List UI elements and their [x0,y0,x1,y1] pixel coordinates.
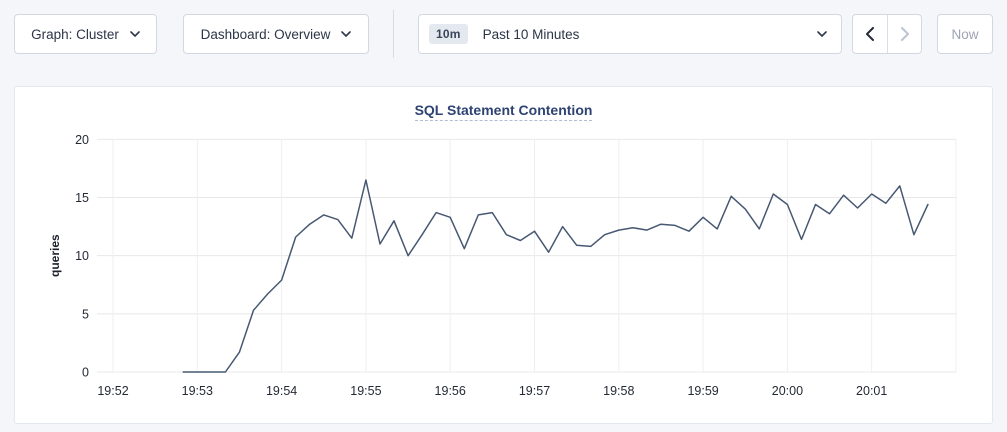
sql-contention-chart: 0 5 10 15 20 19:52 19:53 19:54 19:55 19:56 19:57 19… [15,87,993,424]
x-tick-label: 19:59 [687,384,718,398]
next-interval-button[interactable] [887,15,921,53]
x-tick-label: 20:01 [856,384,887,398]
chart-title-row: SQL Statement Contention [15,102,992,121]
x-tick-label: 19:52 [97,384,128,398]
chart-title[interactable]: SQL Statement Contention [415,102,593,121]
chevron-down-icon [341,31,351,37]
now-button[interactable]: Now [937,14,993,54]
chevron-down-icon [817,31,827,37]
time-range-dropdown[interactable]: 10m Past 10 Minutes [418,14,842,54]
sql-statement-contention-card: 0 5 10 15 20 19:52 19:53 19:54 19:55 19:56 19:57 19… [14,86,993,424]
chevron-left-icon [866,27,875,41]
x-tick-label: 19:58 [603,384,634,398]
y-tick-label: 5 [82,307,89,321]
x-tick-label: 19:53 [182,384,213,398]
prev-interval-button[interactable] [853,15,887,53]
dashboard-dropdown-label: Dashboard: Overview [201,27,331,42]
series-line [183,180,928,372]
y-tick-label: 0 [82,366,89,380]
time-range-label: Past 10 Minutes [483,27,580,42]
y-tick-label: 20 [75,133,89,147]
x-tick-label: 19:56 [435,384,466,398]
toolbar-divider [393,10,394,58]
time-step-button-group [852,14,922,54]
x-tick-label: 19:54 [266,384,297,398]
time-range-badge: 10m [429,24,468,44]
x-tick-label: 20:00 [772,384,803,398]
now-button-label: Now [951,27,978,42]
chevron-down-icon [130,31,140,37]
chevron-right-icon [900,27,909,41]
x-tick-label: 19:55 [350,384,381,398]
y-axis-title: queries [48,234,62,277]
y-tick-label: 10 [75,249,89,263]
x-tick-label: 19:57 [519,384,550,398]
toolbar: Graph: Cluster Dashboard: Overview 10m P… [14,14,993,54]
graph-dropdown-label: Graph: Cluster [31,27,119,42]
graph-dropdown[interactable]: Graph: Cluster [14,14,157,54]
y-tick-label: 15 [75,191,89,205]
dashboard-dropdown[interactable]: Dashboard: Overview [183,14,369,54]
